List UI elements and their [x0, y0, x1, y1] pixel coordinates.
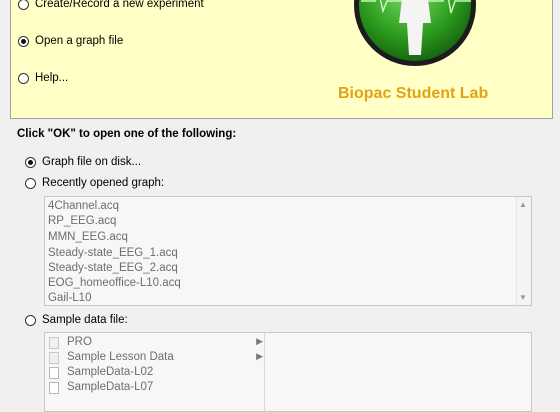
sample-data-label[interactable]: Sample data file: — [42, 314, 128, 326]
instruction-text: Click "OK" to open one of the following: — [17, 128, 237, 140]
file-icon — [49, 367, 59, 379]
scroll-up-icon[interactable]: ▲ — [519, 200, 527, 209]
tree-item-label: Sample Lesson Data — [67, 351, 174, 363]
sample-data-tree[interactable]: PRO ▶ Sample Lesson Data ▶ SampleData-L0… — [44, 332, 532, 412]
list-item[interactable]: Steady-state_EEG_2.acq — [48, 262, 178, 274]
folder-icon — [49, 337, 59, 349]
biopac-logo-icon — [354, 0, 476, 66]
list-item[interactable]: EOG_homeoffice-L10.acq — [48, 277, 181, 289]
help-label[interactable]: Help... — [35, 72, 68, 84]
tree-divider — [264, 333, 265, 411]
sample-data-radio[interactable] — [25, 315, 36, 326]
tree-item-pro[interactable]: PRO ▶ — [49, 336, 263, 351]
open-graph-radio[interactable] — [18, 36, 29, 47]
create-experiment-radio[interactable] — [18, 0, 29, 10]
tree-item-label: PRO — [67, 336, 92, 348]
graph-file-radio[interactable] — [25, 157, 36, 168]
open-graph-label[interactable]: Open a graph file — [35, 35, 123, 47]
folder-icon — [49, 352, 59, 364]
chevron-right-icon: ▶ — [256, 336, 263, 346]
tree-item-sampledata-l02[interactable]: SampleData-L02 — [49, 366, 263, 381]
chevron-right-icon: ▶ — [256, 351, 263, 361]
tree-item-label: SampleData-L02 — [67, 366, 154, 378]
list-item[interactable]: 4Channel.acq — [48, 200, 119, 212]
recent-graph-radio[interactable] — [25, 178, 36, 189]
recent-files-list[interactable]: 4Channel.acq RP_EEG.acq MMN_EEG.acq Stea… — [44, 196, 532, 306]
list-item[interactable]: Steady-state_EEG_1.acq — [48, 247, 178, 259]
list-item[interactable]: RP_EEG.acq — [48, 215, 116, 227]
file-icon — [49, 382, 59, 394]
welcome-panel: Create/Record a new experiment Open a gr… — [10, 0, 553, 119]
brand-name: Biopac Student Lab — [338, 85, 489, 102]
list-item[interactable]: MMN_EEG.acq — [48, 231, 128, 243]
create-experiment-label[interactable]: Create/Record a new experiment — [35, 0, 204, 10]
scroll-down-icon[interactable]: ▼ — [519, 293, 527, 302]
recent-graph-label[interactable]: Recently opened graph: — [42, 177, 164, 189]
tree-item-label: SampleData-L07 — [67, 381, 154, 393]
list-item[interactable]: Gail-L10 — [48, 292, 91, 304]
graph-file-label[interactable]: Graph file on disk... — [42, 156, 141, 168]
help-radio[interactable] — [18, 73, 29, 84]
tree-item-sampledata-l07[interactable]: SampleData-L07 — [49, 381, 263, 396]
list-scrollbar[interactable]: ▲ ▼ — [516, 197, 531, 305]
tree-item-sample-lesson-data[interactable]: Sample Lesson Data ▶ — [49, 351, 263, 366]
